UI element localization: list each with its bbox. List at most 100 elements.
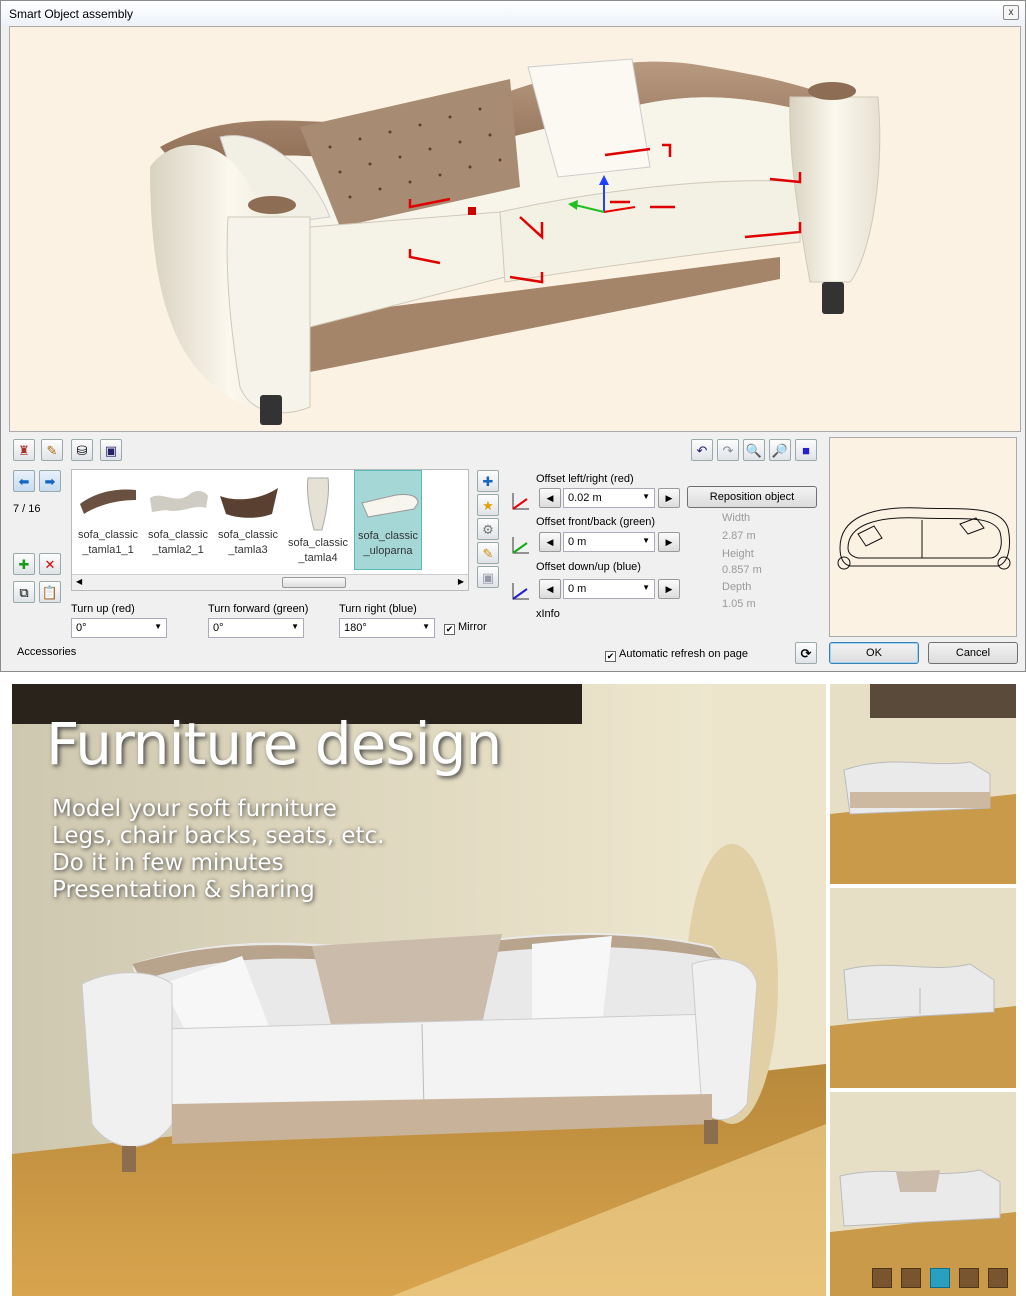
- next-button[interactable]: ➡: [39, 470, 61, 492]
- scrollbar-thumb[interactable]: [282, 577, 346, 588]
- plus-icon: ✚: [18, 556, 30, 572]
- library-item[interactable]: sofa_classic _tamla1_1: [74, 470, 142, 570]
- chair-tool-button[interactable]: ♜: [13, 439, 35, 461]
- paste-button[interactable]: 📋: [39, 581, 61, 603]
- refresh-button[interactable]: ⟳: [795, 642, 817, 664]
- ok-button[interactable]: OK: [829, 642, 919, 664]
- render-thumbnail[interactable]: [830, 1092, 1016, 1296]
- copy-button[interactable]: ⧉: [13, 581, 35, 603]
- checkmark-icon: ✔: [444, 624, 455, 635]
- offset-lr-label: Offset left/right (red): [536, 473, 634, 485]
- zoom-out-icon: 🔎: [771, 442, 789, 458]
- sofa-part-thumbnail: [307, 477, 329, 531]
- arrow-right-icon: ➡: [44, 473, 56, 489]
- title-bar: Smart Object assembly x: [1, 1, 1025, 25]
- chevron-down-icon: ▼: [642, 583, 650, 592]
- sofa-part-thumbnail: [80, 489, 136, 514]
- add-accessory-button[interactable]: ✚: [477, 470, 499, 492]
- library-item[interactable]: sofa_classic _tamla3: [214, 470, 282, 570]
- offset-fb-increment[interactable]: ▶: [658, 532, 680, 552]
- offset-du-select[interactable]: 0 m ▼: [563, 579, 655, 599]
- offset-fb-select[interactable]: 0 m ▼: [563, 532, 655, 552]
- window-title: Smart Object assembly: [9, 7, 134, 21]
- pager-dot-4[interactable]: [959, 1268, 979, 1288]
- room-scene-thumbnail: [830, 684, 1016, 884]
- offset-du-increment[interactable]: ▶: [658, 579, 680, 599]
- reposition-object-button[interactable]: Reposition object: [687, 486, 817, 508]
- delete-part-button[interactable]: ✕: [39, 553, 61, 575]
- sofa-part-thumbnail: [361, 494, 419, 518]
- close-button[interactable]: x: [1003, 5, 1019, 20]
- promo-bullet: Presentation & sharing: [52, 877, 315, 903]
- favorite-button[interactable]: ★: [477, 494, 499, 516]
- offset-lr-decrement[interactable]: ◀: [539, 488, 561, 508]
- chevron-down-icon: ▼: [642, 536, 650, 545]
- pager-dot-3-active[interactable]: [930, 1268, 950, 1288]
- paste-icon: 📋: [41, 584, 59, 600]
- previous-button[interactable]: ⬅: [13, 470, 35, 492]
- chevron-down-icon: ▼: [642, 492, 650, 501]
- plus-icon: ✚: [482, 473, 494, 489]
- library-scrollbar[interactable]: ◀ ▶: [72, 574, 468, 590]
- pager-dot-1[interactable]: [872, 1268, 892, 1288]
- cancel-button[interactable]: Cancel: [928, 642, 1018, 664]
- axis-green-icon: [512, 537, 529, 554]
- promo-bullet-list: Model your soft furniture Legs, chair ba…: [52, 796, 384, 904]
- promo-bullet: Do it in few minutes: [52, 850, 284, 876]
- axis-blue-icon: [512, 583, 529, 600]
- library-item[interactable]: sofa_classic _tamla2_1: [144, 470, 212, 570]
- zoom-in-button[interactable]: 🔍: [743, 439, 765, 461]
- offset-du-label: Offset down/up (blue): [536, 561, 641, 573]
- width-label: Width: [722, 512, 751, 524]
- redo-button[interactable]: ↷: [717, 439, 739, 461]
- zoom-out-button[interactable]: 🔎: [769, 439, 791, 461]
- paint-bucket-button[interactable]: ⛁: [71, 439, 93, 461]
- undo-button[interactable]: ↶: [691, 439, 713, 461]
- redo-icon: ↷: [722, 442, 734, 458]
- mirror-checkbox[interactable]: ✔ Mirror: [444, 621, 487, 635]
- turn-right-select[interactable]: 180° ▼: [339, 618, 435, 638]
- settings-button[interactable]: ⚙: [477, 518, 499, 540]
- zoom-in-icon: 🔍: [745, 442, 763, 458]
- sofa-part-thumbnail: [220, 488, 278, 518]
- scroll-right-icon[interactable]: ▶: [458, 577, 464, 586]
- pager-dot-5[interactable]: [988, 1268, 1008, 1288]
- render-thumbnail[interactable]: [830, 888, 1016, 1088]
- 3d-view-button[interactable]: ■: [795, 439, 817, 461]
- plan-view-preview: [829, 437, 1017, 637]
- library-item[interactable]: sofa_classic _tamla4: [284, 470, 352, 570]
- add-part-button[interactable]: ✚: [13, 553, 35, 575]
- smart-object-dialog: Smart Object assembly x ♜ ✎ ⛁ ▣ ↶ ↷ 🔍 🔎 …: [0, 0, 1026, 672]
- chair-icon: ♜: [18, 442, 30, 458]
- depth-value: 1.05 m: [722, 598, 756, 610]
- axis-red-icon: [512, 493, 529, 510]
- edit-accessory-button[interactable]: ✎: [477, 542, 499, 564]
- offset-du-decrement[interactable]: ◀: [539, 579, 561, 599]
- auto-refresh-checkbox[interactable]: ✔ Automatic refresh on page: [605, 648, 748, 662]
- pager-dot-2[interactable]: [901, 1268, 921, 1288]
- scroll-left-icon[interactable]: ◀: [76, 577, 82, 586]
- edit-tool-button[interactable]: ✎: [41, 439, 63, 461]
- render-thumbnail[interactable]: [830, 684, 1016, 884]
- offset-fb-decrement[interactable]: ◀: [539, 532, 561, 552]
- chevron-down-icon: ▼: [291, 622, 299, 631]
- 3d-viewport[interactable]: [9, 26, 1021, 432]
- offset-lr-increment[interactable]: ▶: [658, 488, 680, 508]
- floppy-disk-icon: ▣: [104, 442, 118, 458]
- chevron-down-icon: ▼: [154, 622, 162, 631]
- offset-fb-label: Offset front/back (green): [536, 516, 656, 528]
- chevron-down-icon: ▼: [422, 622, 430, 631]
- save-button[interactable]: ▣: [100, 439, 122, 461]
- save-accessory-button[interactable]: ▣: [477, 566, 499, 588]
- checkmark-icon: ✔: [605, 651, 616, 662]
- turn-up-select[interactable]: 0° ▼: [71, 618, 167, 638]
- library-item-selected[interactable]: sofa_classic _uloparna: [354, 470, 422, 570]
- cube-icon: ■: [802, 442, 810, 458]
- arrow-left-icon: ⬅: [18, 473, 30, 489]
- sofa-plan-drawing: [837, 507, 1011, 570]
- undo-icon: ↶: [696, 442, 708, 458]
- offset-lr-select[interactable]: 0.02 m ▼: [563, 488, 655, 508]
- room-scene-thumbnail: [830, 888, 1016, 1088]
- turn-forward-select[interactable]: 0° ▼: [208, 618, 304, 638]
- item-counter: 7 / 16: [13, 503, 41, 515]
